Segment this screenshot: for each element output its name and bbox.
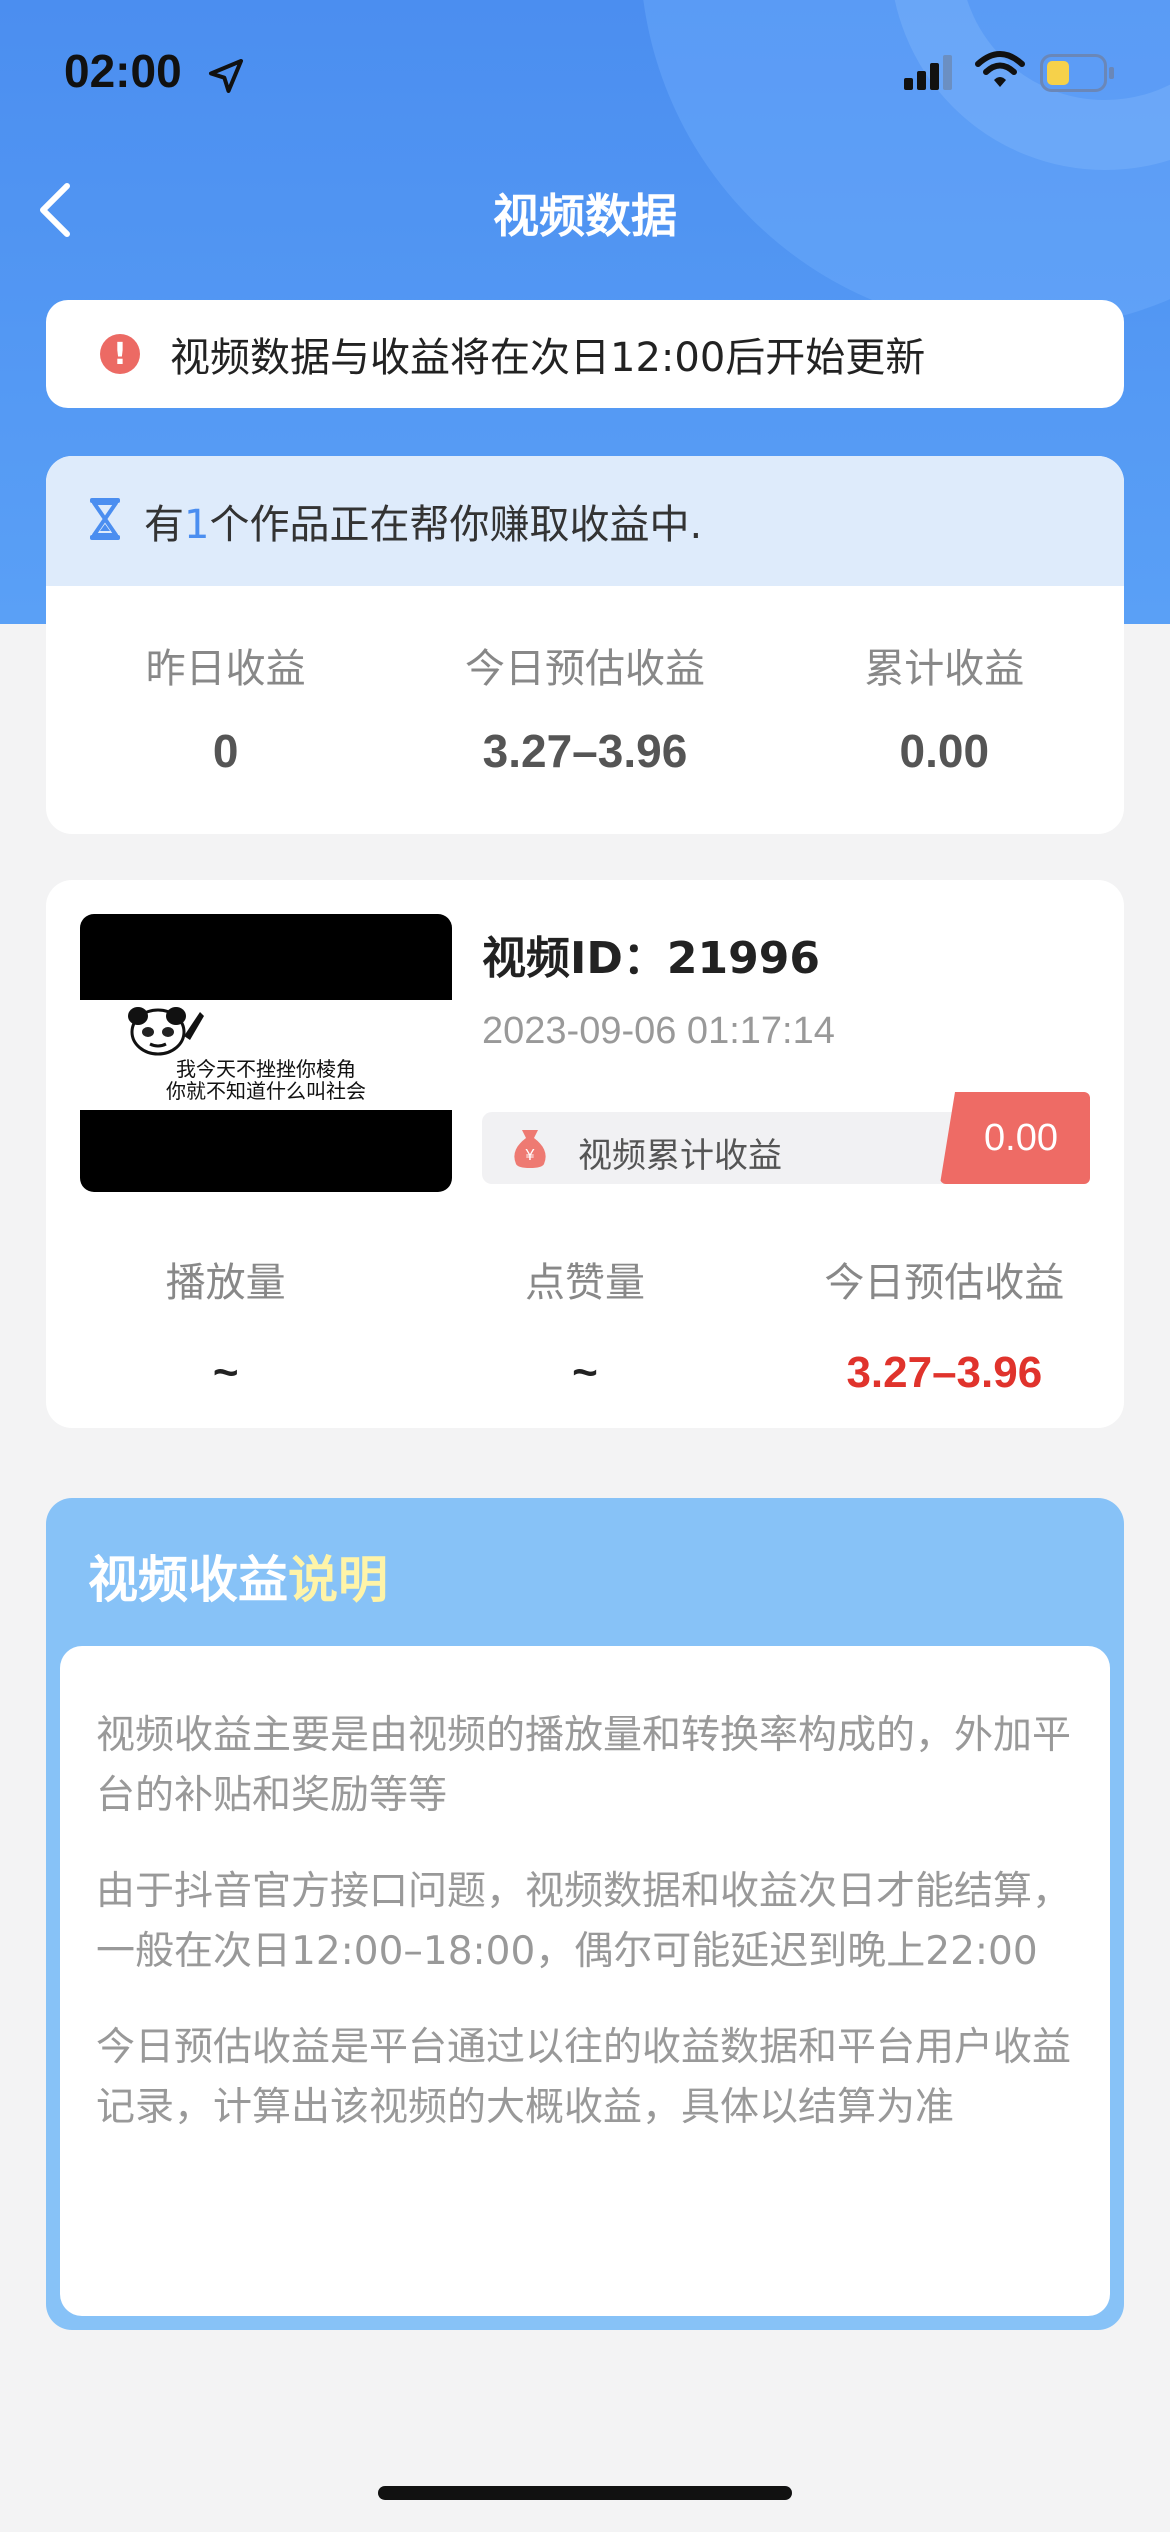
home-indicator[interactable] xyxy=(378,2486,792,2500)
location-arrow-icon xyxy=(206,56,246,100)
video-total-earnings: ¥ 视频累计收益 0.00 xyxy=(482,1092,1090,1184)
svg-text:¥: ¥ xyxy=(525,1147,535,1164)
explain-paragraph: 视频收益主要是由视频的播放量和转换率构成的，外加平台的补贴和奖励等等 xyxy=(96,1713,1072,1818)
caption-line-2: 你就不知道什么叫社会 xyxy=(166,1079,366,1103)
explain-paragraph: 今日预估收益是平台通过以往的收益数据和平台用户收益记录，计算出该视频的大概收益，… xyxy=(96,2025,1072,2130)
explain-title-highlight: 说明 xyxy=(288,1551,388,1609)
summary-label: 累计收益 xyxy=(864,646,1025,692)
status-bar: 02:00 xyxy=(0,0,1170,150)
stat-value: ~ xyxy=(572,1348,598,1397)
summary-value: 0.00 xyxy=(899,725,990,777)
hourglass-icon xyxy=(88,497,122,545)
notice-text: 视频数据与收益将在次日12:00后开始更新 xyxy=(170,335,926,381)
summary-banner-text: 有1个作品正在帮你赚取收益中. xyxy=(144,492,702,550)
thumbnail-caption: 我今天不挫挫你棱角 你就不知道什么叫社会 xyxy=(90,1058,442,1102)
stat-label: 今日预估收益 xyxy=(824,1260,1065,1306)
video-date: 2023-09-06 01:17:14 xyxy=(482,1010,835,1052)
stat-value: ~ xyxy=(212,1348,239,1397)
video-stats: 播放量 ~ 点赞量 ~ 今日预估收益 3.27–3.96 xyxy=(46,1250,1124,1398)
stat-label: 播放量 xyxy=(165,1260,286,1306)
video-id: 视频ID：21996 xyxy=(482,933,820,984)
caption-line-1: 我今天不挫挫你棱角 xyxy=(176,1057,356,1081)
panda-meme-icon xyxy=(128,1007,204,1056)
summary-columns: 昨日收益 0 今日预估收益 3.27–3.96 累计收益 0.00 xyxy=(46,586,1124,834)
update-notice: ! 视频数据与收益将在次日12:00后开始更新 xyxy=(46,300,1124,408)
summary-value: 0 xyxy=(212,725,239,777)
summary-label: 昨日收益 xyxy=(145,646,306,692)
banner-suffix: 个作品正在帮你赚取收益中. xyxy=(209,502,703,548)
video-thumbnail[interactable]: 我今天不挫挫你棱角 你就不知道什么叫社会 xyxy=(80,914,452,1192)
video-card[interactable]: 我今天不挫挫你棱角 你就不知道什么叫社会 视频ID：21996 2023-09-… xyxy=(46,880,1124,1428)
stat-plays: 播放量 ~ xyxy=(46,1250,405,1398)
summary-label: 今日预估收益 xyxy=(464,646,705,692)
summary-banner: 有1个作品正在帮你赚取收益中. xyxy=(46,456,1124,586)
explain-body: 视频收益主要是由视频的播放量和转换率构成的，外加平台的补贴和奖励等等 由于抖音官… xyxy=(60,1646,1110,2316)
earn-label: 视频累计收益 xyxy=(578,1136,782,1176)
stat-likes: 点赞量 ~ xyxy=(405,1250,764,1398)
summary-total: 累计收益 0.00 xyxy=(765,586,1124,834)
explain-paragraph: 由于抖音官方接口问题，视频数据和收益次日才能结算，一般在次日12:00–18:0… xyxy=(96,1869,1072,1974)
summary-value: 3.27–3.96 xyxy=(482,725,688,777)
banner-prefix: 有 xyxy=(144,502,184,548)
wifi-icon xyxy=(975,50,1025,94)
working-count: 1 xyxy=(184,502,210,548)
stat-today-estimate: 今日预估收益 3.27–3.96 xyxy=(765,1250,1124,1398)
status-time: 02:00 xyxy=(64,45,182,97)
explain-title-main: 视频收益 xyxy=(88,1551,288,1609)
thumbnail-meme: 我今天不挫挫你棱角 你就不知道什么叫社会 xyxy=(80,1000,452,1110)
stat-value: 3.27–3.96 xyxy=(846,1348,1043,1397)
summary-yesterday: 昨日收益 0 xyxy=(46,586,405,834)
alert-icon: ! xyxy=(100,334,140,374)
summary-today-estimate: 今日预估收益 3.27–3.96 xyxy=(405,586,764,834)
cellular-signal-icon xyxy=(904,54,960,94)
stat-label: 点赞量 xyxy=(524,1260,645,1306)
earnings-summary-card: 有1个作品正在帮你赚取收益中. 昨日收益 0 今日预估收益 3.27–3.96 … xyxy=(46,456,1124,834)
explain-title: 视频收益说明 xyxy=(88,1540,388,1612)
earnings-explanation-card: 视频收益说明 视频收益主要是由视频的播放量和转换率构成的，外加平台的补贴和奖励等… xyxy=(46,1498,1124,2330)
page-title: 视频数据 xyxy=(493,189,677,243)
battery-icon xyxy=(1040,54,1116,96)
earn-value-badge: 0.00 xyxy=(940,1092,1090,1184)
moneybag-icon: ¥ xyxy=(508,1126,552,1174)
